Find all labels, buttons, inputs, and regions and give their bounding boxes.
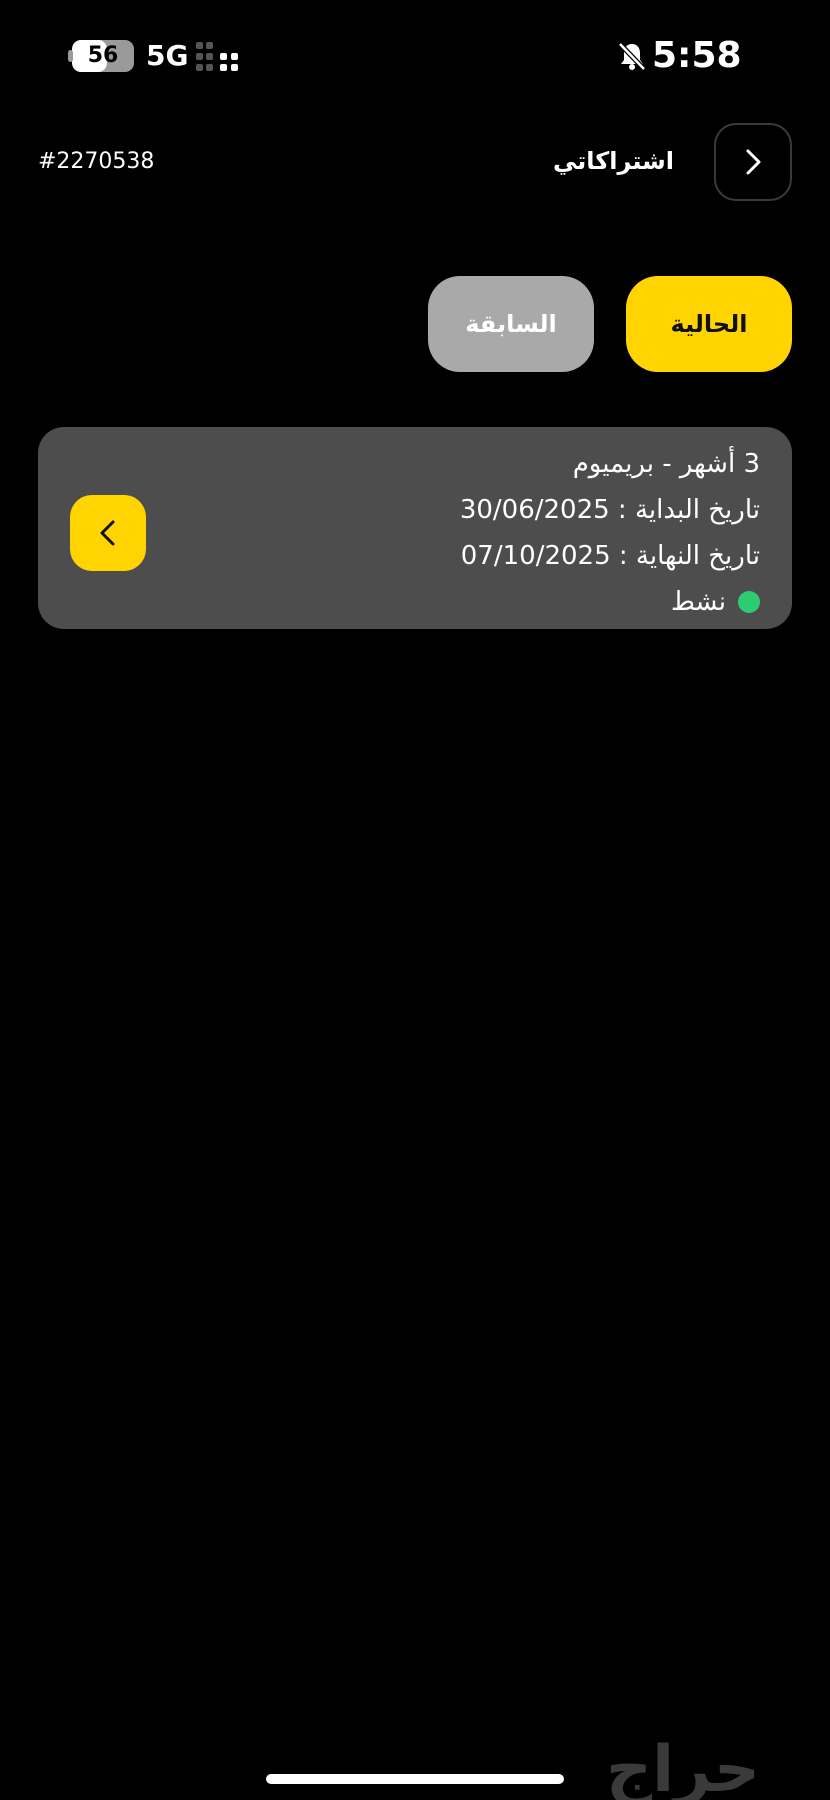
subscription-details: 3 أشهر - بريميوم تاريخ البداية : 30/06/2… [460,441,760,625]
battery-nub [68,50,73,62]
subscription-detail-button[interactable] [70,495,146,571]
chevron-right-icon [746,149,761,175]
watermark-logo: حراج [606,1733,760,1800]
order-id: #2270538 [38,149,155,174]
subscription-card[interactable]: 3 أشهر - بريميوم تاريخ البداية : 30/06/2… [38,427,792,629]
battery-icon: 56 [72,40,134,72]
back-button[interactable] [714,123,792,201]
bell-off-icon [618,42,646,71]
tab-current[interactable]: الحالية [626,276,792,372]
status-bar: 56 5G 5:58 [0,0,830,110]
header: #2270538 اشتراكاتي [0,120,830,204]
status-badge: نشط [460,579,760,625]
start-date: تاريخ البداية : 30/06/2025 [459,495,760,525]
subscription-tabs: الحالية السابقة [0,276,830,372]
end-date: تاريخ النهاية : 07/10/2025 [460,541,760,571]
chevron-left-icon [100,520,115,546]
network-label: 5G [146,39,189,72]
battery-level: 56 [87,43,119,68]
tab-previous[interactable]: السابقة [428,276,594,372]
page-title: اشتراكاتي [552,147,674,175]
status-label: نشط [670,587,726,617]
signal-icon [196,42,238,71]
home-indicator[interactable] [266,1774,564,1784]
plan-name: 3 أشهر - بريميوم [572,449,760,479]
status-dot-icon [738,591,760,613]
screen: 56 5G 5:58 #2270538 اشتراكاتي الحالية ال… [0,0,830,1800]
clock: 5:58 [652,35,742,76]
